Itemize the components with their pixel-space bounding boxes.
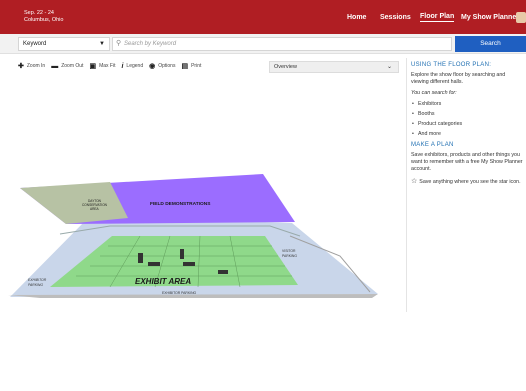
- search-scope-select[interactable]: Keyword ▼: [18, 37, 110, 51]
- panel-divider: [406, 58, 407, 312]
- list-item: Product categories: [411, 119, 526, 129]
- nav-home[interactable]: Home: [347, 0, 366, 34]
- label-visitor-parking: PARKING: [282, 254, 297, 258]
- print-button[interactable]: ▤ Print: [181, 62, 201, 70]
- event-dates: Sep. 22 - 24: [24, 10, 54, 16]
- search-bar: Keyword ▼ ⚲ Search by Keyword Search: [0, 34, 526, 54]
- label-exhibitor-parking: EXHIBITOR PARKING: [162, 291, 197, 295]
- help-heading: USING THE FLOOR PLAN:: [411, 62, 492, 68]
- list-item: Booths: [411, 109, 526, 119]
- search-types-list: Exhibitors Booths Product categories And…: [411, 99, 526, 139]
- view-select[interactable]: Overview ⌄: [269, 61, 399, 73]
- label-field-demonstrations: FIELD DEMONSTRATIONS: [150, 201, 211, 207]
- floor-plan-svg[interactable]: DAYTON CONSERVATION AREA FIELD DEMONSTRA…: [0, 76, 405, 386]
- search-button[interactable]: Search: [455, 36, 526, 52]
- legend-button[interactable]: i Legend: [121, 63, 143, 70]
- plus-icon: ✚: [18, 63, 24, 70]
- zoom-in-button[interactable]: ✚ Zoom In: [18, 62, 45, 70]
- conservation-area: [20, 182, 128, 224]
- event-info: Sep. 22 - 24 Columbus, Ohio: [24, 10, 63, 24]
- star-icon: ☆: [411, 178, 418, 185]
- printer-icon: ▤: [181, 63, 189, 70]
- event-location: Columbus, Ohio: [24, 17, 64, 23]
- top-header: Sep. 22 - 24 Columbus, Ohio Home Session…: [0, 0, 526, 34]
- label-exhibit-area: EXHIBIT AREA: [135, 277, 191, 286]
- search-scope-label: Keyword: [23, 41, 47, 47]
- list-item: And more: [411, 129, 526, 139]
- search-placeholder: Search by Keyword: [124, 41, 177, 47]
- label-exhibitor-parking-west: PARKING: [28, 283, 43, 287]
- help-intro-line2: viewing different halls.: [411, 79, 464, 85]
- planner-avatar-icon[interactable]: [516, 12, 526, 23]
- plan-line1: Save exhibitors, products and other thin…: [411, 152, 520, 158]
- chevron-down-icon: ▼: [99, 41, 105, 47]
- floor-plan-map[interactable]: DAYTON CONSERVATION AREA FIELD DEMONSTRA…: [0, 76, 405, 386]
- zoom-out-button[interactable]: ▬ Zoom Out: [51, 63, 83, 70]
- help-panel: USING THE FLOOR PLAN: Explore the show f…: [411, 62, 526, 186]
- label-area: AREA: [90, 207, 100, 211]
- plan-line2: want to remember with a free My Show Pla…: [411, 159, 523, 165]
- minus-icon: ▬: [51, 62, 59, 70]
- max-fit-button[interactable]: ▣ Max Fit: [89, 62, 115, 70]
- plan-line3: account.: [411, 166, 432, 172]
- make-plan-heading: MAKE A PLAN: [411, 142, 454, 148]
- nav-sessions[interactable]: Sessions: [380, 0, 411, 34]
- list-item: Exhibitors: [411, 99, 526, 109]
- search-input[interactable]: ⚲ Search by Keyword: [112, 37, 452, 51]
- star-note: ☆ Save anything where you see the star ic…: [411, 178, 521, 185]
- chevron-down-icon: ⌄: [386, 64, 392, 70]
- nav-floor-plan[interactable]: Floor Plan: [420, 0, 455, 34]
- search-for-label: You can search for:: [411, 90, 457, 96]
- search-icon: ⚲: [116, 40, 122, 47]
- nav-my-show-planner[interactable]: My Show Planner: [461, 0, 519, 34]
- view-select-label: Overview: [274, 64, 297, 70]
- help-intro-line1: Explore the show floor by searching and: [411, 72, 506, 78]
- eye-icon: ◉: [149, 63, 156, 70]
- options-button[interactable]: ◉ Options: [149, 62, 175, 70]
- label-exhibitor: EXHIBITOR: [28, 278, 47, 282]
- fit-screen-icon: ▣: [89, 63, 97, 70]
- label-visitor: VISITOR: [282, 249, 296, 253]
- info-icon: i: [121, 62, 124, 70]
